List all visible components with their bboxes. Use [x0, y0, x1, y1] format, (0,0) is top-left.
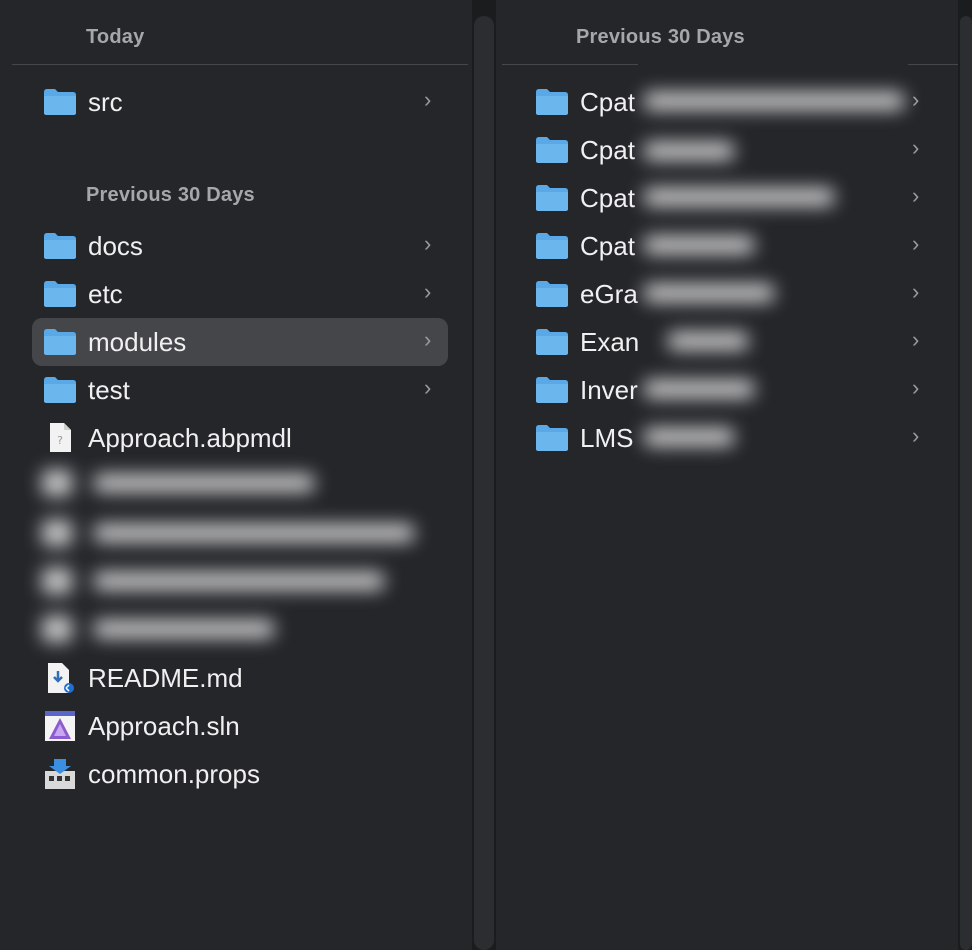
folder-icon: [42, 86, 78, 118]
chevron-right-icon: ›: [424, 231, 432, 256]
file-row-common-props[interactable]: common.props: [32, 750, 448, 798]
right-column: Previous 30 Days Cpat › Cpat › Cpat › Cp…: [496, 0, 972, 950]
folder-icon: [534, 374, 570, 406]
file-row-approach-sln[interactable]: Approach.sln: [32, 702, 448, 750]
file-row-label: test: [88, 374, 130, 405]
redacted-region: [638, 64, 908, 470]
header-divider: [12, 64, 468, 65]
chevron-right-icon: ›: [912, 135, 920, 160]
file-row-test[interactable]: test ›: [32, 366, 448, 414]
generic-file-icon: ?: [42, 422, 78, 454]
file-row-modules[interactable]: modules ›: [32, 318, 448, 366]
left-column: Today src › Previous 30 Days docs › etc …: [0, 0, 472, 950]
folder-icon: [534, 230, 570, 262]
chevron-right-icon: ›: [912, 279, 920, 304]
previous-30-days-header: Previous 30 Days: [86, 184, 255, 206]
chevron-right-icon: ›: [424, 87, 432, 112]
scrollbar-track[interactable]: [474, 16, 494, 950]
file-row-label: Cpat: [580, 134, 635, 165]
folder-icon: [42, 374, 78, 406]
file-row-label: Cpat: [580, 182, 635, 213]
folder-icon: [42, 230, 78, 262]
file-row-label: etc: [88, 278, 123, 309]
file-row-label: docs: [88, 230, 143, 261]
chevron-right-icon: ›: [912, 183, 920, 208]
chevron-right-icon: ›: [912, 327, 920, 352]
folder-icon: [534, 278, 570, 310]
msbuild-props-icon: [42, 758, 78, 790]
file-row-label: Approach.abpmdl: [88, 422, 292, 453]
chevron-right-icon: ›: [912, 231, 920, 256]
folder-icon: [534, 86, 570, 118]
chevron-right-icon: ›: [424, 279, 432, 304]
file-row-label: Inver: [580, 374, 638, 405]
chevron-right-icon: ›: [912, 375, 920, 400]
file-row-label: LMS: [580, 422, 634, 453]
file-row-label: modules: [88, 326, 187, 357]
chevron-right-icon: ›: [424, 375, 432, 400]
redacted-region: [24, 452, 414, 668]
folder-icon: [42, 278, 78, 310]
visual-studio-solution-icon: [42, 710, 78, 742]
file-row-etc[interactable]: etc ›: [32, 270, 448, 318]
markdown-file-icon: [42, 662, 78, 694]
previous-30-days-header: Previous 30 Days: [576, 26, 745, 48]
file-row-label: Cpat: [580, 86, 635, 117]
file-row-label: eGra: [580, 278, 638, 309]
column-divider[interactable]: [472, 0, 496, 950]
folder-icon: [534, 182, 570, 214]
today-header: Today: [86, 26, 145, 48]
file-row-label: src: [88, 86, 123, 117]
file-row-docs[interactable]: docs ›: [32, 222, 448, 270]
file-row-label: Cpat: [580, 230, 635, 261]
folder-icon: [42, 326, 78, 358]
folder-icon: [534, 422, 570, 454]
folder-icon: [534, 134, 570, 166]
file-row-src[interactable]: src ›: [32, 78, 448, 126]
chevron-right-icon: ›: [912, 423, 920, 448]
svg-text:?: ?: [57, 434, 63, 447]
file-row-label: Approach.sln: [88, 710, 240, 741]
file-row-label: Exan: [580, 326, 640, 357]
right-edge-divider: [958, 0, 972, 950]
file-row-readme[interactable]: README.md: [32, 654, 448, 702]
chevron-right-icon: ›: [912, 87, 920, 112]
chevron-right-icon: ›: [424, 327, 432, 352]
file-row-label: README.md: [88, 662, 243, 693]
file-row-label: common.props: [88, 758, 260, 789]
folder-icon: [534, 326, 570, 358]
scrollbar-track[interactable]: [960, 16, 972, 950]
